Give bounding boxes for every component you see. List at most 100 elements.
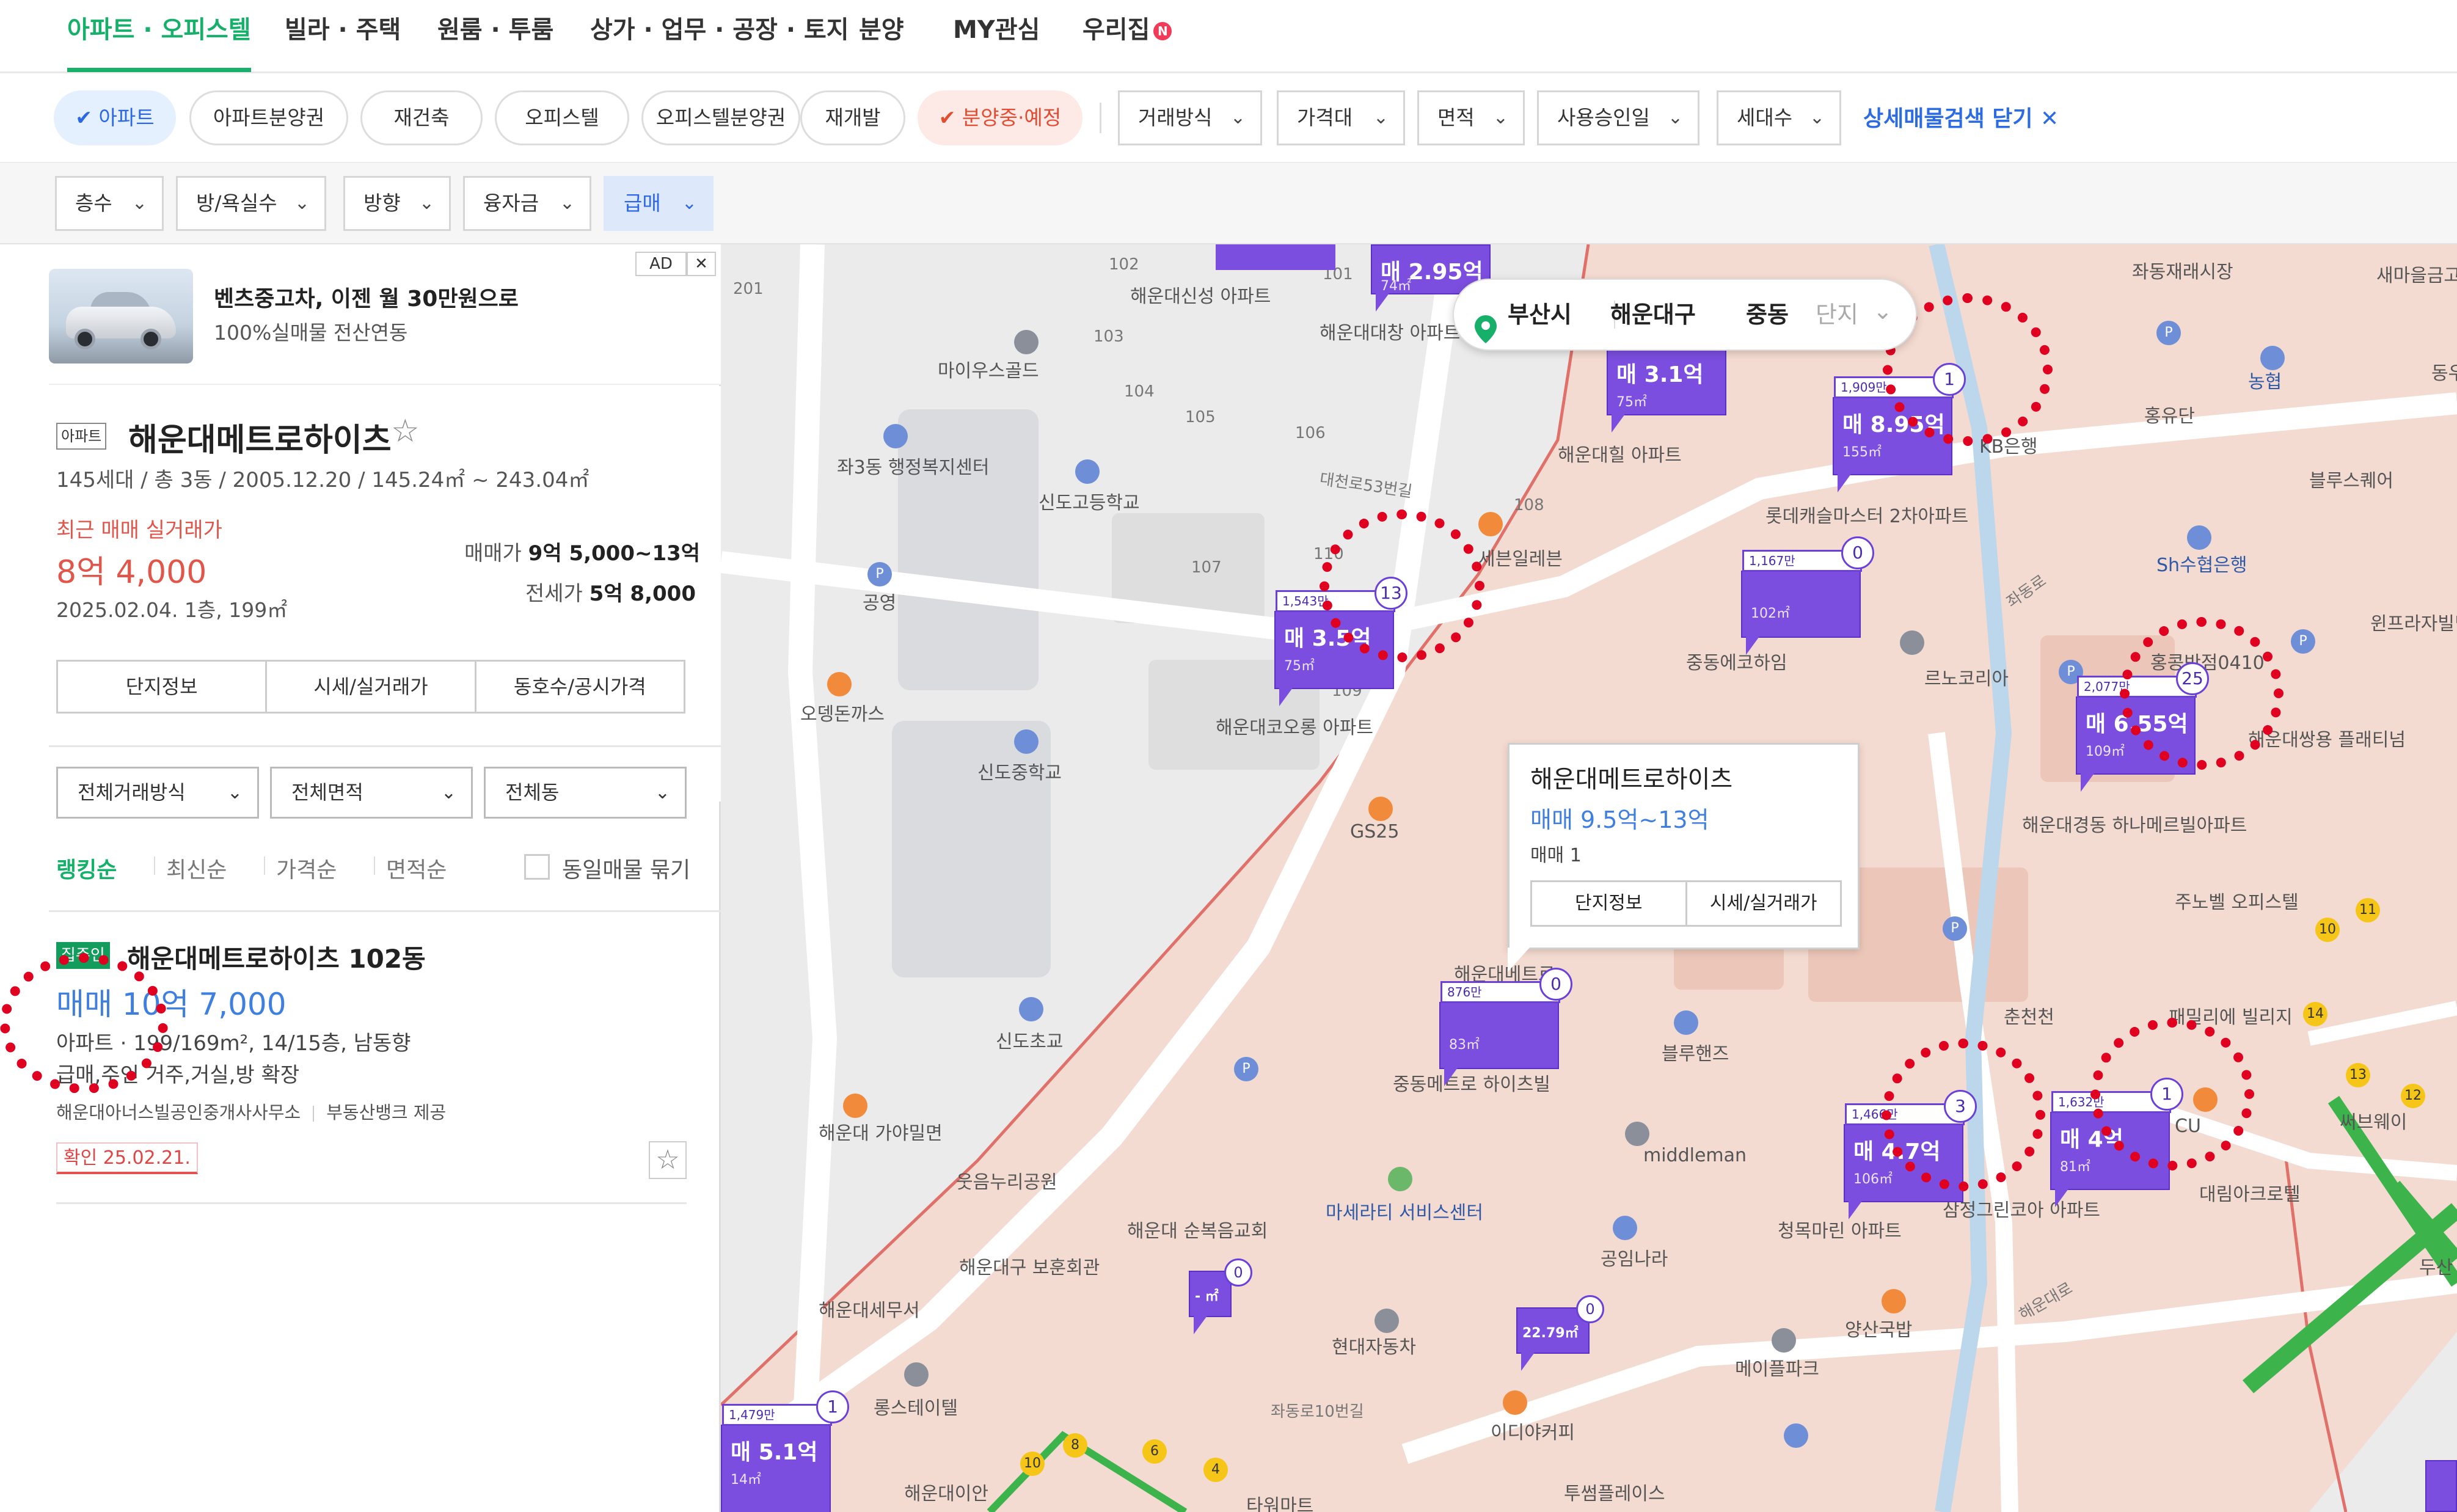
dropdown-approval-date[interactable]: 사용승인일 ⌄ — [1537, 90, 1699, 145]
divider — [56, 1202, 687, 1204]
dropdown-trade-type[interactable]: 거래방식 ⌄ — [1118, 90, 1262, 145]
confirmed-date-badge: 확인 25.02.21. — [56, 1142, 198, 1174]
unit-public-price-button[interactable]: 동호수/공시가격 — [476, 662, 684, 712]
chevron-down-icon: ⌄ — [559, 192, 575, 214]
map-label-block: 103 — [1093, 327, 1124, 346]
tab-oneroom-tworoom[interactable]: 원룸 · 투룸 — [437, 11, 553, 72]
chevron-down-icon: ⌄ — [294, 192, 310, 214]
map-label-place: 좌동재래시장 — [2132, 261, 2233, 283]
close-icon[interactable]: ✕ — [687, 252, 716, 276]
sort-ranking[interactable]: 랭킹순 — [56, 852, 117, 884]
chip-reconstruction[interactable]: 재건축 — [360, 90, 483, 145]
popup-market-price-button[interactable]: 시세/실거래가 — [1687, 882, 1841, 925]
tab-apartment-officetel[interactable]: 아파트 · 오피스텔 — [67, 11, 251, 72]
dropdown-households[interactable]: 세대수 ⌄ — [1717, 90, 1841, 145]
tab-my-interest[interactable]: MY관심 — [953, 11, 1040, 72]
new-badge: N — [1153, 22, 1172, 40]
chip-officetel-presale-right[interactable]: 오피스텔분양권 — [641, 90, 800, 145]
poi-icon — [883, 424, 908, 448]
group-same-listings-label: 동일매물 묶기 — [562, 858, 691, 883]
dropdown-label: 거래방식 — [1138, 106, 1213, 130]
tab-commercial[interactable]: 상가 · 업무 · 공장 · 토지 — [590, 11, 849, 72]
chip-apartment[interactable]: ✔ 아파트 — [54, 90, 176, 145]
price-marker[interactable]: 1,479만 매 5.1억 14㎡ 1 — [721, 1390, 849, 1512]
tab-my-home[interactable]: 우리집 N — [1082, 11, 1172, 72]
price-marker[interactable]: 매 3.1억 75㎡ — [1607, 347, 1726, 433]
star-icon[interactable]: ☆ — [391, 413, 420, 450]
recent-price-detail: 2025.02.04. 1층, 199㎡ — [56, 598, 288, 622]
dropdown-all-trade-types[interactable]: 전체거래방식 ⌄ — [56, 767, 259, 819]
price-marker[interactable] — [2425, 1460, 2457, 1512]
dropdown-label: 전체거래방식 — [78, 781, 186, 804]
complex-info-button[interactable]: 단지정보 — [58, 662, 268, 712]
tab-presale[interactable]: 분양 — [859, 11, 904, 72]
map-label-place: 대림아크로텔 — [2199, 1184, 2301, 1205]
sort-latest[interactable]: 최신순 — [166, 852, 227, 884]
price-marker[interactable]: 22.79㎡ 0 — [1516, 1295, 1604, 1371]
map-label-place: 중동에코하임 — [1686, 652, 1787, 674]
chip-presale-upcoming[interactable]: ✔ 분양중·예정 — [918, 90, 1082, 145]
map-label-place: 동우 — [2431, 363, 2457, 384]
dropdown-floor[interactable]: 층수 ⌄ — [55, 176, 164, 231]
poi-icon — [1014, 330, 1039, 354]
location-complex[interactable]: 단지 — [1816, 280, 1858, 349]
price-marker[interactable]: - ㎡ 0 — [1189, 1258, 1252, 1334]
marker-area: 155㎡ — [1842, 445, 1882, 460]
location-dong[interactable]: 중동 — [1746, 280, 1789, 349]
map-label-place: 메이플파크 — [1735, 1359, 1819, 1380]
chevron-down-icon: ⌄ — [227, 782, 243, 803]
tab-villa-house[interactable]: 빌라 · 주택 — [285, 11, 401, 72]
chevron-down-icon: ⌄ — [440, 782, 456, 803]
close-detail-search-button[interactable]: 상세매물검색 닫기 ✕ — [1863, 92, 2059, 147]
listing-agent: 해운대아너스빌공인중개사사무소 부동산뱅크 제공 — [56, 1098, 446, 1124]
map-label-block: 104 — [1124, 382, 1155, 401]
star-icon[interactable]: ☆ — [649, 1141, 687, 1179]
location-district[interactable]: 해운대구 — [1610, 280, 1696, 349]
group-same-listings-checkbox[interactable] — [524, 854, 550, 880]
map-label-place: 해운대 가야밀면 — [819, 1123, 943, 1144]
popup-complex-info-button[interactable]: 단지정보 — [1532, 882, 1687, 925]
price-marker[interactable]: 876만 83㎡ 0 — [1439, 968, 1572, 1086]
popup-count: 매매 1 — [1530, 845, 1582, 866]
marker-area: 74㎡ — [1381, 279, 1411, 294]
price-marker[interactable]: 1,167만 102㎡ 0 — [1741, 536, 1874, 655]
marker-price: 매 5.1억 — [731, 1440, 818, 1465]
sort-area[interactable]: 면적순 — [386, 852, 447, 884]
dropdown-price[interactable]: 가격대 ⌄ — [1277, 90, 1405, 145]
price-marker[interactable] — [1216, 244, 1335, 270]
dropdown-direction[interactable]: 방향 ⌄ — [343, 176, 451, 231]
map-label-place: 신도고등학교 — [1039, 492, 1140, 514]
map-label-place: 투썸플레이스 — [1564, 1483, 1665, 1505]
subway-station-icon: 4 — [1203, 1458, 1228, 1482]
car-image — [49, 269, 193, 363]
chip-redevelopment[interactable]: 재개발 — [800, 90, 905, 145]
dropdown-rooms-baths[interactable]: 방/욕실수 ⌄ — [176, 176, 326, 231]
map-label-place: 현대자동차 — [1332, 1337, 1416, 1358]
dropdown-urgent-sale[interactable]: 급매 ⌄ — [604, 176, 714, 231]
dropdown-all-buildings[interactable]: 전체동 ⌄ — [484, 767, 687, 819]
chip-apartment-presale-right[interactable]: 아파트분양권 — [189, 90, 348, 145]
chip-officetel[interactable]: 오피스텔 — [495, 90, 629, 145]
map-label-place: 해운대경동 하나메르빌아파트 — [2022, 815, 2247, 836]
map-label-place: 롯데캐슬마스터 2차아파트 — [1765, 506, 1969, 527]
dropdown-area[interactable]: 면적 ⌄ — [1417, 90, 1525, 145]
marker-area: 14㎡ — [731, 1472, 761, 1488]
chevron-down-icon: ⌄ — [681, 192, 697, 214]
divider — [154, 856, 155, 875]
dropdown-all-areas[interactable]: 전체면적 ⌄ — [270, 767, 473, 819]
complex-popup[interactable]: 해운대메트로하이츠 매매 9.5억~13억 매매 1 단지정보 시세/실거래가 — [1508, 743, 1860, 972]
market-price-button[interactable]: 시세/실거래가 — [267, 662, 476, 712]
sort-price[interactable]: 가격순 — [276, 852, 337, 884]
chevron-down-icon[interactable]: ⌄ — [1873, 276, 1893, 346]
marker-area: 106㎡ — [1853, 1172, 1893, 1187]
dropdown-label: 가격대 — [1297, 106, 1353, 130]
subway-station-icon: 10 — [1020, 1452, 1045, 1476]
poi-icon — [1900, 630, 1924, 655]
map-label-place: 해운대 순복음교회 — [1127, 1221, 1268, 1242]
location-city[interactable]: 부산시 — [1508, 280, 1572, 349]
map-label-block: 102 — [1109, 255, 1139, 274]
dropdown-loan[interactable]: 융자금 ⌄ — [463, 176, 591, 231]
map-label-block: 105 — [1185, 408, 1216, 426]
bank-icon — [2187, 525, 2211, 550]
ad-banner[interactable]: 벤츠중고차, 이젠 월 30만원으로 100%실매물 전산연동 AD ✕ — [49, 244, 721, 385]
